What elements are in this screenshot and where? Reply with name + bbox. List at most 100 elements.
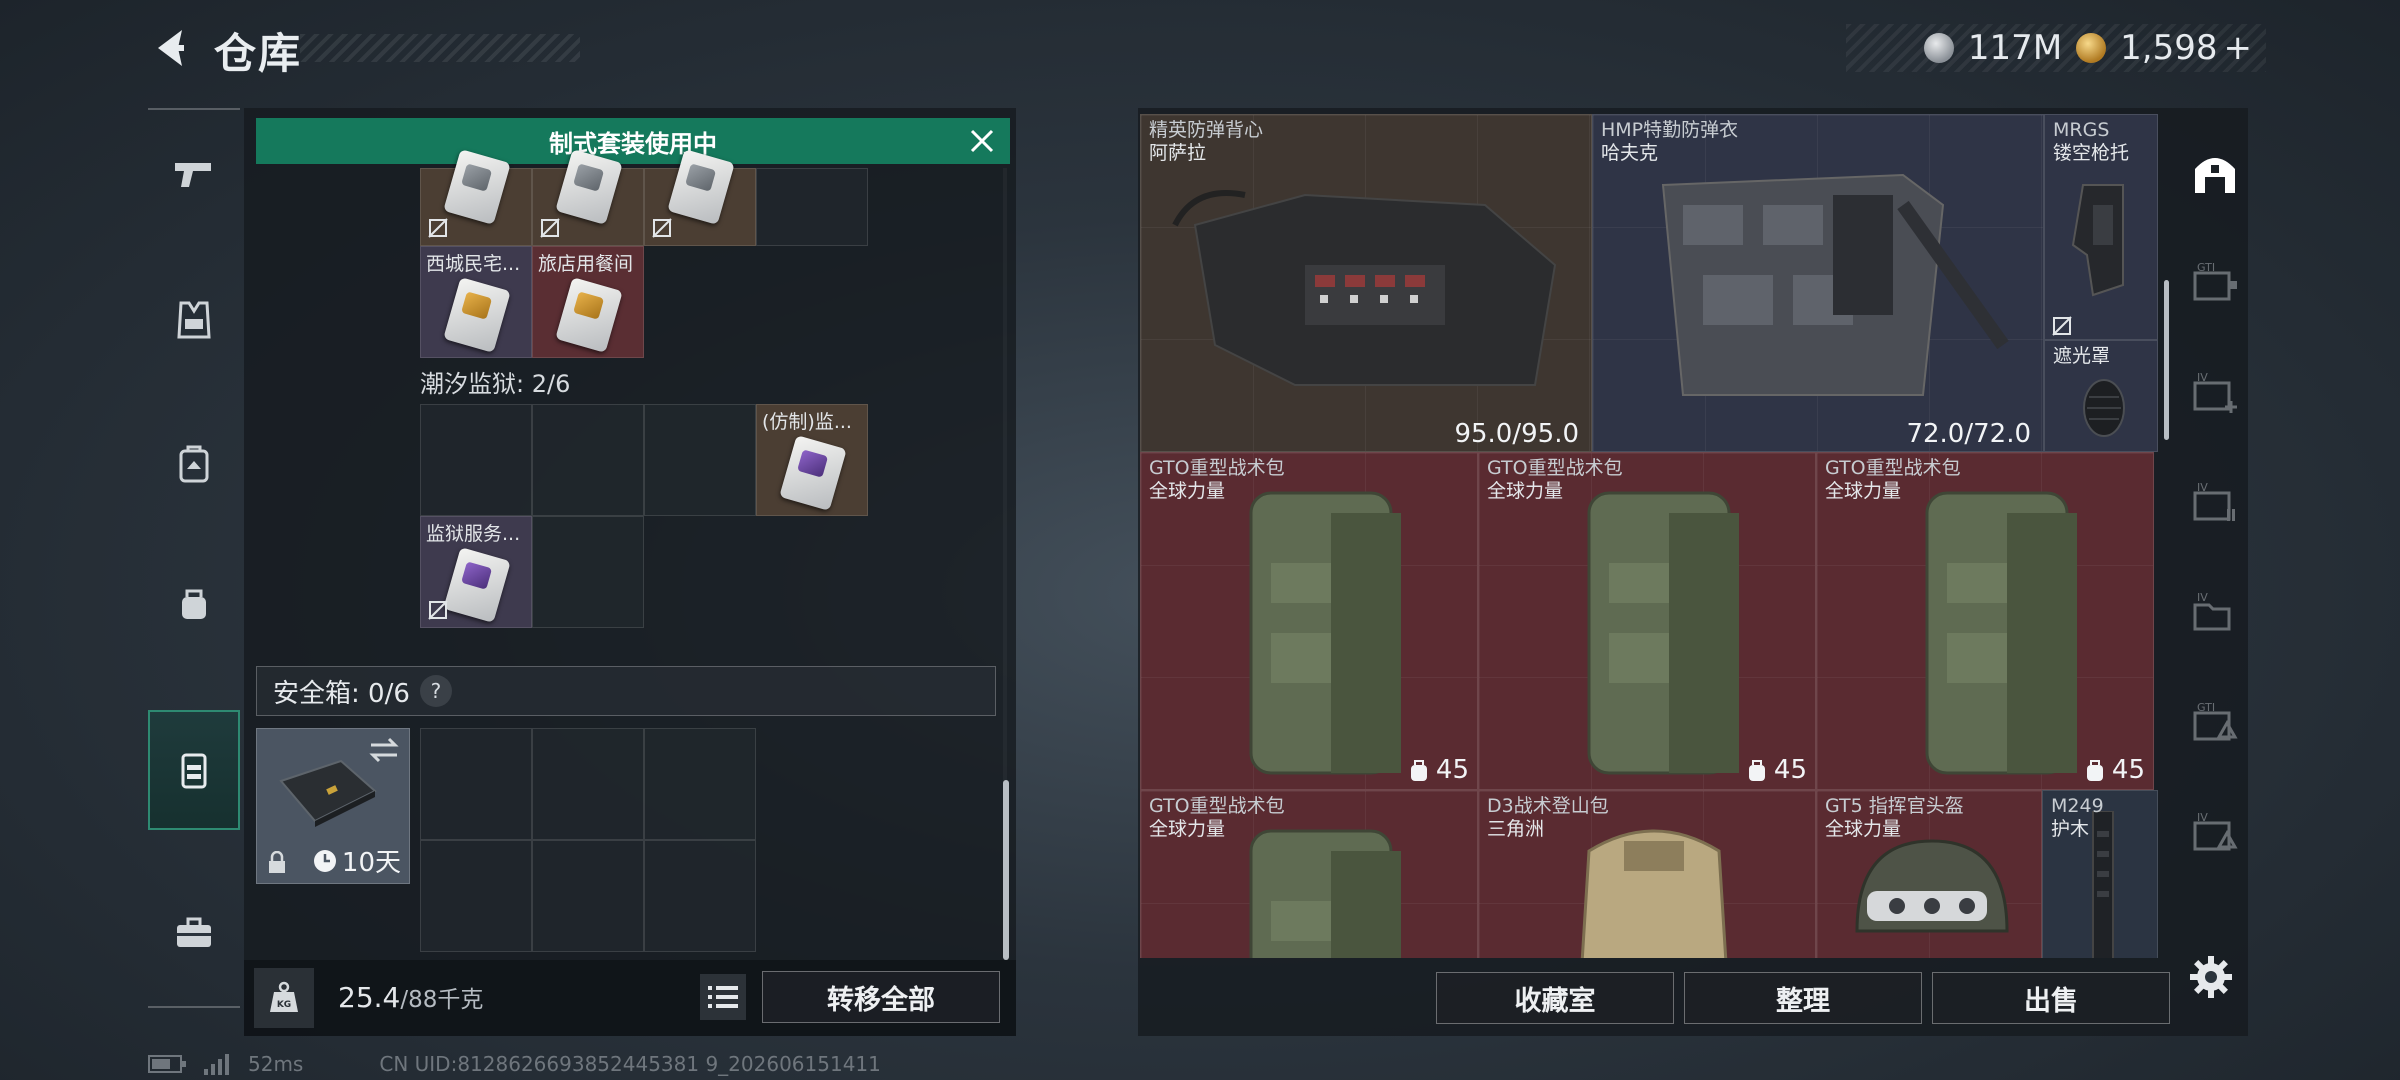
capacity-value: 45 [1773, 755, 1807, 785]
tab-storage-2[interactable]: GTI [2182, 238, 2248, 328]
item-keycard[interactable] [420, 149, 532, 246]
item-tile[interactable]: GTO重型战术包 全球力量 45 [1816, 452, 2154, 790]
safebox-title: 安全箱: 0/6 [273, 678, 410, 709]
storage-folder-icon: IV [2193, 591, 2231, 631]
transfer-all-button[interactable]: 转移全部 [762, 971, 1000, 1023]
nav-toolbox[interactable] [148, 872, 240, 992]
item-keycard[interactable]: (仿制)监... [756, 404, 868, 516]
empty-slot[interactable] [644, 404, 756, 516]
item-tile[interactable]: 遮光罩 [2044, 340, 2158, 452]
vest-image [1172, 190, 1557, 386]
item-tile[interactable]: MRGS 镂空枪托 [2044, 114, 2158, 340]
lock-icon [269, 851, 285, 873]
lens-hood-image [2083, 379, 2125, 437]
list-view-button[interactable] [700, 974, 746, 1020]
add-currency-button[interactable]: + [2224, 28, 2253, 68]
sell-button[interactable]: 出售 [1932, 972, 2170, 1024]
nav-safe-case[interactable] [148, 710, 240, 830]
item-tile[interactable]: M249 护木 [2042, 790, 2158, 958]
nav-armor[interactable] [148, 260, 240, 380]
clock-icon [313, 849, 336, 872]
item-subname: 全球力量 [1487, 480, 1564, 502]
warehouse-page-tabs: GTI IV IV IV GTI IV [2182, 108, 2248, 958]
nav-pouches[interactable] [148, 544, 240, 664]
nav-backpacks[interactable] [148, 404, 240, 524]
safebox-slot[interactable] [532, 728, 644, 840]
storage-alert-icon: IV [2193, 811, 2238, 851]
pistol-icon [175, 163, 211, 187]
item-name: GT5 指挥官头盔 [1825, 795, 1964, 817]
close-icon[interactable] [966, 125, 998, 157]
storage-expansion-icon: GTI [2193, 261, 2237, 301]
capacity-icon [2086, 760, 2103, 781]
svg-text:IV: IV [2197, 371, 2208, 384]
item-keycard[interactable]: 西城民宅... [420, 246, 532, 358]
item-tile[interactable]: HMP特勤防弹衣 哈夫克 72.0/72.0 [1592, 114, 2044, 452]
safebox-slot[interactable] [644, 840, 756, 952]
backpack-image [1580, 829, 1728, 958]
collection-room-button[interactable]: 收藏室 [1436, 972, 1674, 1024]
empty-slot[interactable] [756, 168, 868, 246]
keycard-image [555, 277, 623, 353]
organize-button[interactable]: 整理 [1684, 972, 1922, 1024]
tab-home[interactable] [2182, 128, 2248, 218]
backpack-image [1925, 491, 2077, 775]
safe-duration: 10天 [312, 842, 401, 879]
item-name: GTO重型战术包 [1487, 457, 1623, 479]
tab-storage-6[interactable]: GTI [2182, 678, 2248, 768]
item-keycard[interactable]: 旅店用餐间 [532, 246, 644, 358]
item-tile[interactable]: D3战术登山包 三角洲 [1478, 790, 1816, 958]
item-subname: 镂空枪托 [2053, 142, 2130, 164]
safebox-header: 安全箱: 0/6 ? [256, 666, 996, 716]
item-keycard[interactable] [532, 149, 644, 246]
item-durability: 72.0/72.0 [1906, 419, 2031, 449]
keycard-image [779, 435, 847, 511]
loadout-banner: 制式套装使用中 [256, 118, 1010, 164]
item-name: GTO重型战术包 [1149, 457, 1285, 479]
safe-case-image [279, 759, 377, 827]
ping-value: 52ms [248, 1052, 304, 1076]
empty-slot[interactable] [532, 516, 644, 628]
nav-weapons[interactable] [148, 114, 240, 234]
item-subname: 护木 [2051, 818, 2090, 840]
no-sell-icon [428, 600, 448, 620]
swap-icon[interactable] [367, 735, 401, 765]
item-subname: 全球力量 [1149, 480, 1226, 502]
item-name: 精英防弹背心 [1149, 119, 1264, 141]
help-button[interactable]: ? [419, 675, 452, 707]
item-keycard[interactable]: 监狱服务... [420, 516, 532, 628]
item-tile[interactable]: GTO重型战术包 全球力量 [1140, 790, 1478, 958]
item-name: GTO重型战术包 [1825, 457, 1961, 479]
keycard-image [443, 277, 511, 353]
item-tile[interactable]: GTO重型战术包 全球力量 45 [1478, 452, 1816, 790]
right-scroll-thumb[interactable] [2164, 280, 2169, 440]
vest-image [1661, 173, 2009, 396]
safe-case-item[interactable]: 10天 [256, 728, 410, 884]
empty-slot[interactable] [532, 404, 644, 516]
toolbox-icon [177, 917, 211, 947]
safebox-slot[interactable] [644, 728, 756, 840]
safebox-slot[interactable] [420, 728, 532, 840]
safebox-slot[interactable] [532, 840, 644, 952]
item-tile[interactable]: 精英防弹背心 阿萨拉 95.0/95.0 [1140, 114, 1592, 452]
item-keycard[interactable] [644, 149, 756, 246]
list-icon [708, 986, 738, 1008]
gear-icon[interactable] [2186, 952, 2236, 1002]
tab-storage-4[interactable]: IV [2182, 458, 2248, 548]
item-tile[interactable]: GTO重型战术包 全球力量 45 [1140, 452, 1478, 790]
item-tile[interactable]: GT5 指挥官头盔 全球力量 [1816, 790, 2042, 958]
tab-storage-3[interactable]: IV [2182, 348, 2248, 438]
svg-text:GTI: GTI [2197, 701, 2215, 714]
no-sell-icon [652, 218, 672, 238]
tab-storage-7[interactable]: IV [2182, 788, 2248, 878]
left-scroll-thumb[interactable] [1003, 780, 1009, 960]
safebox-slot[interactable] [420, 840, 532, 952]
empty-slot[interactable] [420, 404, 532, 516]
item-capacity: 45 [2084, 755, 2145, 785]
item-subname: 哈夫克 [1601, 142, 1659, 164]
no-sell-icon [2052, 316, 2072, 336]
back-arrow-icon[interactable] [148, 24, 196, 72]
tab-storage-5[interactable]: IV [2182, 568, 2248, 658]
top-bar: 仓库 117M 1,598 + [0, 0, 2400, 100]
no-sell-icon [540, 218, 560, 238]
